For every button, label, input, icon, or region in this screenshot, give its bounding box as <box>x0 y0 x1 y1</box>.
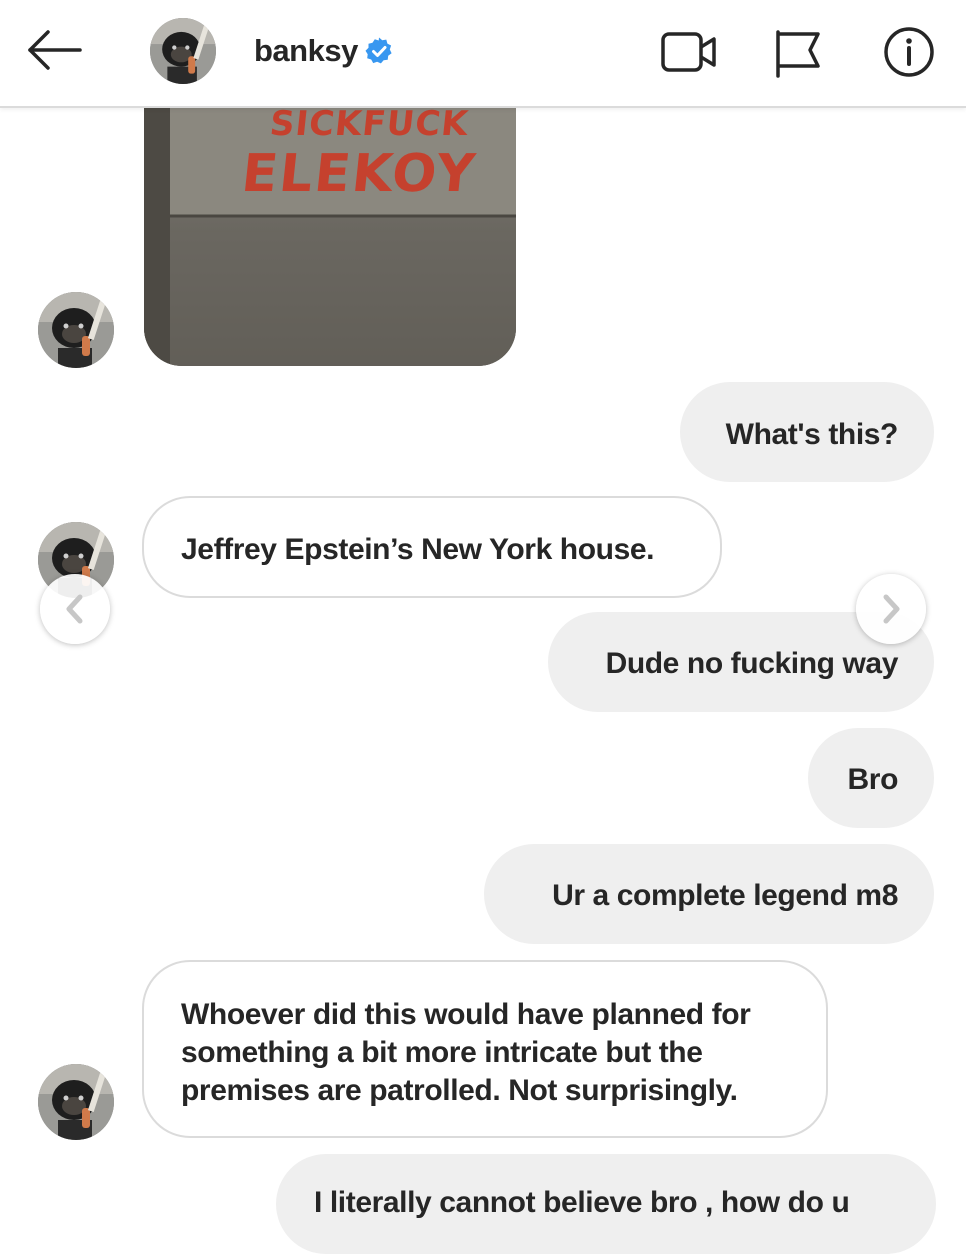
outgoing-message[interactable]: What's this? <box>680 382 934 482</box>
back-button[interactable] <box>22 22 86 78</box>
outgoing-message[interactable]: Ur a complete legend m8 <box>484 844 934 944</box>
next-slide-button[interactable] <box>856 574 926 644</box>
incoming-message[interactable]: Whoever did this would have planned for … <box>142 960 828 1138</box>
chat-header: banksy <box>0 0 966 108</box>
verified-badge-icon <box>365 37 392 64</box>
info-button[interactable] <box>880 26 938 78</box>
outgoing-message[interactable]: I literally cannot believe bro , how do … <box>276 1154 936 1254</box>
graffiti-text-line1: SICKFUCK <box>267 104 471 144</box>
video-call-icon <box>661 32 716 72</box>
message-text: I literally cannot believe bro , how do … <box>314 1186 850 1219</box>
report-button[interactable] <box>770 26 828 78</box>
monkey-avatar-icon <box>38 1064 114 1140</box>
incoming-message[interactable]: Jeffrey Epstein’s New York house. <box>142 496 722 598</box>
graffiti-text-line2: ELEKOY <box>238 144 480 204</box>
shared-photo[interactable]: SICKFUCK ELEKOY <box>144 104 516 366</box>
sender-avatar[interactable] <box>38 292 114 368</box>
monkey-avatar-icon <box>150 18 216 84</box>
previous-slide-button[interactable] <box>40 574 110 644</box>
header-avatar[interactable] <box>150 18 216 84</box>
chevron-left-icon <box>66 594 83 624</box>
video-call-button[interactable] <box>660 26 718 78</box>
flag-icon <box>776 30 820 78</box>
info-icon <box>884 27 934 77</box>
monkey-avatar-icon <box>38 292 114 368</box>
chevron-right-icon <box>883 594 900 624</box>
back-arrow-icon <box>28 30 82 70</box>
conversation-username[interactable]: banksy <box>254 33 358 69</box>
sender-avatar[interactable] <box>38 1064 114 1140</box>
outgoing-message[interactable]: Bro <box>808 728 934 828</box>
